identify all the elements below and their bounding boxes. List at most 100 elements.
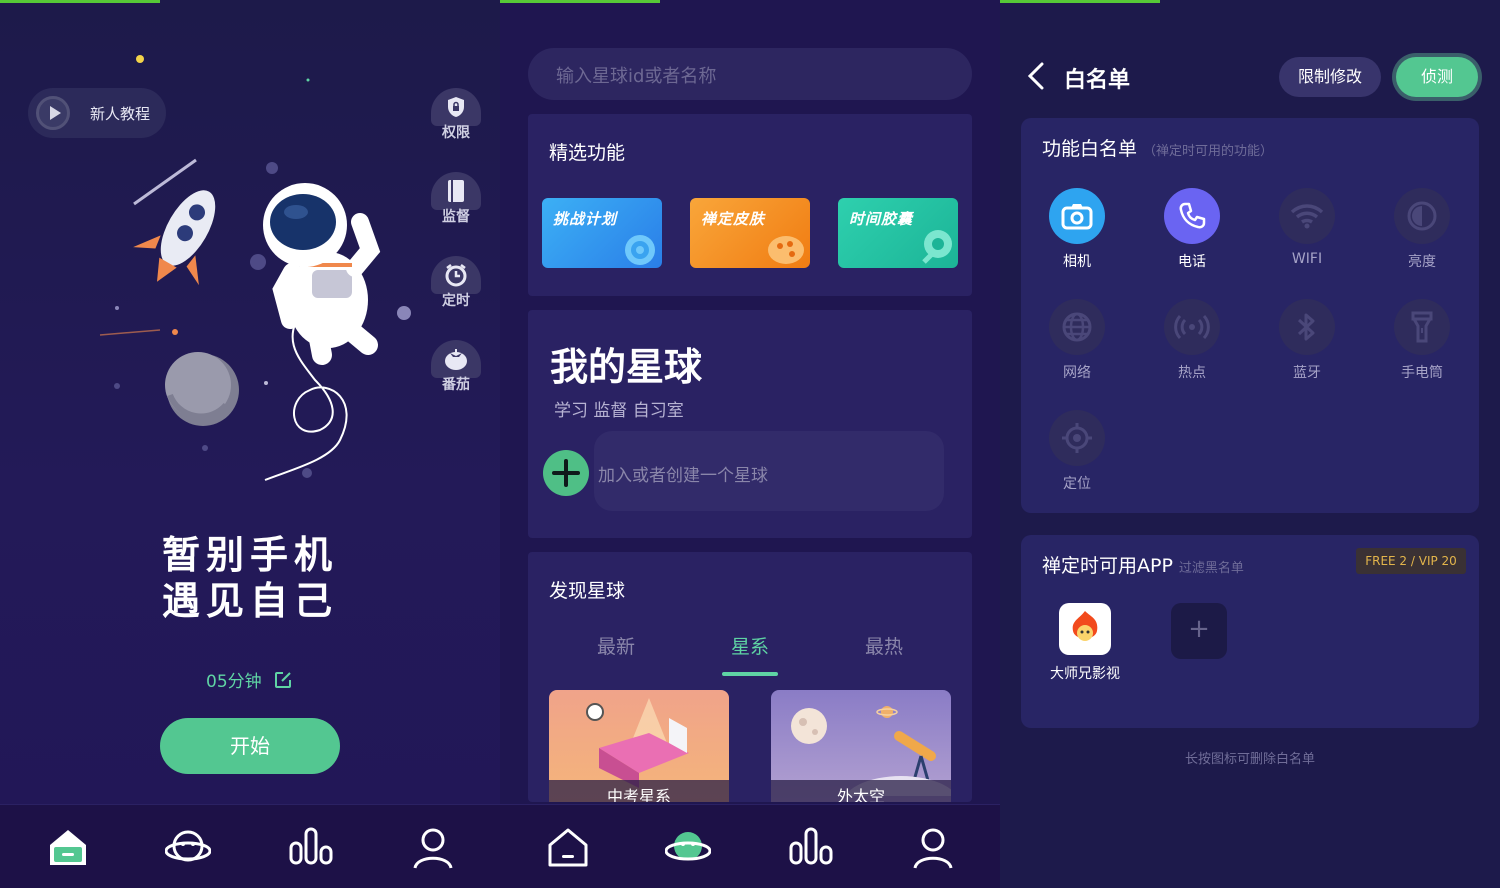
progress-bar (1000, 0, 1160, 3)
tomato-icon (431, 340, 481, 378)
lock-icon (431, 88, 481, 126)
alarm-clock-icon (431, 256, 481, 294)
location-icon (1049, 410, 1105, 466)
planet-search-input[interactable]: 输入星球id或者名称 (528, 48, 972, 100)
detect-button[interactable]: 侦测 (1396, 57, 1478, 97)
palette-icon (768, 236, 804, 264)
function-flashlight-label: 手电筒 (1401, 365, 1443, 381)
camera-icon (1049, 188, 1105, 244)
globe-icon (1049, 299, 1105, 355)
planet-icon[interactable] (664, 825, 712, 871)
stats-icon[interactable] (288, 825, 334, 871)
bluetooth-icon (1279, 299, 1335, 355)
feature-skin-label: 禅定皮肤 (701, 210, 766, 228)
home-screen: 新人教程 权限 监督 定时 番茄 暂别手机 遇见自己 05分钟 开始 (0, 0, 500, 888)
featured-card: 精选功能 挑战计划 禅定皮肤 时间胶囊 (528, 114, 972, 296)
bottom-nav (0, 804, 500, 888)
function-bluetooth-label: 蓝牙 (1293, 365, 1321, 381)
function-brightness-label: 亮度 (1408, 254, 1436, 270)
function-camera-label: 相机 (1063, 254, 1091, 270)
hotspot-icon (1164, 299, 1220, 355)
permission-button[interactable]: 权限 (430, 88, 482, 142)
function-wifi-label: WIFI (1291, 251, 1323, 267)
home-icon[interactable] (545, 825, 591, 871)
function-whitelist-title: 功能白名单 （禅定时可用的功能） (1042, 134, 1273, 161)
function-phone-label: 电话 (1178, 254, 1206, 270)
tab-galaxy[interactable]: 星系 (710, 632, 790, 659)
my-planet-title: 我的星球 (550, 345, 703, 389)
wifi-icon (1279, 188, 1335, 244)
target-icon (625, 235, 655, 265)
function-location-label: 定位 (1063, 476, 1091, 492)
function-whitelist-heading: 功能白名单 (1042, 138, 1138, 160)
join-planet-label: 加入或者创建一个星球 (598, 466, 768, 486)
function-whitelist-subtitle: （禅定时可用的功能） (1143, 144, 1274, 159)
edit-icon (275, 672, 292, 688)
app-item[interactable]: 大师兄影视 (1047, 603, 1123, 683)
function-whitelist-card: 功能白名单 （禅定时可用的功能） 相机 电话 WIFI 亮度 网络 热点 蓝牙 手… (1021, 118, 1479, 513)
planet-card-space[interactable]: 外太空 (771, 690, 951, 802)
feature-capsule-label: 时间胶囊 (849, 210, 914, 228)
stats-icon[interactable] (788, 825, 834, 871)
function-brightness[interactable]: 亮度 (1382, 188, 1462, 271)
feature-capsule[interactable]: 时间胶囊 (838, 198, 958, 268)
profile-icon[interactable] (910, 825, 956, 871)
feature-challenge[interactable]: 挑战计划 (542, 198, 662, 268)
phone-icon (1164, 188, 1220, 244)
supervise-button[interactable]: 监督 (430, 172, 482, 226)
capsule-icon (922, 230, 952, 264)
function-flashlight[interactable]: 手电筒 (1382, 299, 1462, 382)
home-icon[interactable] (45, 825, 91, 871)
function-hotspot[interactable]: 热点 (1152, 299, 1232, 382)
permission-label: 权限 (442, 125, 470, 141)
app-item-label: 大师兄影视 (1050, 666, 1120, 682)
planet-icon[interactable] (164, 825, 212, 871)
tab-hottest[interactable]: 最热 (844, 632, 924, 659)
supervise-label: 监督 (442, 209, 470, 225)
my-planet-card: 我的星球 学习 监督 自习室 加入或者创建一个星球 (528, 310, 972, 538)
function-phone[interactable]: 电话 (1152, 188, 1232, 271)
page-title: 白名单 (1064, 68, 1131, 93)
brightness-icon (1394, 188, 1450, 244)
profile-icon[interactable] (410, 825, 456, 871)
app-whitelist-card: 禅定时可用APP 过滤黑名单 FREE 2 / VIP 20 大师兄影视 + (1021, 535, 1479, 728)
join-planet-button[interactable]: 加入或者创建一个星球 (594, 431, 944, 511)
feature-skin[interactable]: 禅定皮肤 (690, 198, 810, 268)
tomato-button[interactable]: 番茄 (430, 340, 482, 394)
discover-title: 发现星球 (549, 580, 626, 602)
feature-challenge-label: 挑战计划 (553, 210, 618, 228)
my-planet-subtitle: 学习 监督 自习室 (554, 401, 684, 421)
planet-card-space-label: 外太空 (771, 780, 951, 802)
timer-button[interactable]: 定时 (430, 256, 482, 310)
featured-title: 精选功能 (549, 142, 626, 164)
duration-value: 05分钟 (206, 672, 262, 692)
tomato-label: 番茄 (442, 377, 470, 393)
tab-newest[interactable]: 最新 (576, 632, 656, 659)
progress-bar (0, 0, 160, 3)
desk-illustration (586, 698, 689, 788)
function-bluetooth[interactable]: 蓝牙 (1267, 299, 1347, 382)
start-button[interactable]: 开始 (160, 718, 340, 774)
delete-hint: 长按图标可删除白名单 (1184, 752, 1315, 767)
duration-setting[interactable]: 05分钟 (206, 667, 293, 692)
function-camera[interactable]: 相机 (1037, 188, 1117, 271)
play-icon (36, 96, 70, 130)
astronaut-illustration (99, 55, 411, 481)
planet-card-exam-label: 中考星系 (549, 780, 729, 802)
quota-badge: FREE 2 / VIP 20 (1356, 548, 1466, 574)
bottom-nav (500, 804, 1000, 888)
planet-card-exam[interactable]: 中考星系 (549, 690, 729, 802)
discover-card: 发现星球 最新 星系 最热 中考星系 外太空 (528, 552, 972, 802)
progress-bar (500, 0, 660, 3)
back-arrow-icon[interactable] (1024, 62, 1048, 90)
function-network[interactable]: 网络 (1037, 299, 1117, 382)
plus-icon[interactable] (543, 450, 589, 496)
function-location[interactable]: 定位 (1037, 410, 1117, 493)
slogan-line2: 遇见自己 (161, 579, 338, 623)
timer-label: 定时 (442, 293, 470, 309)
restrict-edit-button[interactable]: 限制修改 (1279, 57, 1381, 97)
function-wifi[interactable]: WIFI (1267, 188, 1347, 267)
add-app-button[interactable]: + (1171, 603, 1227, 659)
monkey-app-icon (1059, 603, 1111, 655)
active-tab-indicator (722, 672, 778, 676)
